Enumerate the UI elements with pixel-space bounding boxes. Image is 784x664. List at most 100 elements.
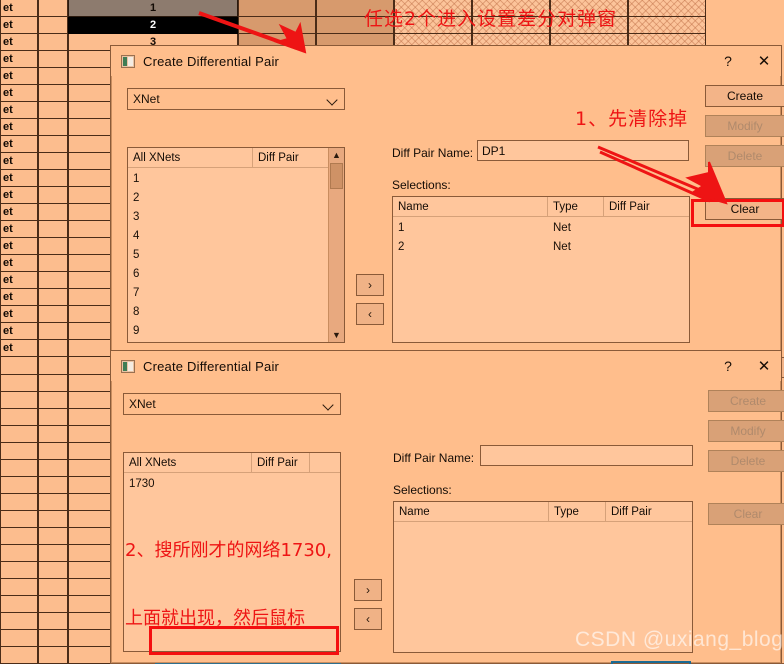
list-item[interactable]: 7	[128, 283, 344, 302]
row-type-cell[interactable]	[0, 630, 38, 647]
row-type-cell[interactable]	[0, 426, 38, 443]
help-icon[interactable]: ?	[717, 50, 739, 72]
row-gap-cell[interactable]	[38, 119, 68, 136]
row-type-cell[interactable]: et	[0, 170, 38, 187]
row-gap-cell[interactable]	[38, 238, 68, 255]
create-differential-pair-dialog-1[interactable]: Create Differential Pair ? ✕ XNet All XN…	[110, 45, 784, 378]
row-type-cell[interactable]	[0, 613, 38, 630]
row-type-cell[interactable]	[0, 494, 38, 511]
scroll-up-icon[interactable]: ▲	[329, 148, 344, 162]
row-type-cell[interactable]: et	[0, 221, 38, 238]
row-type-cell[interactable]	[0, 528, 38, 545]
row-type-cell[interactable]: et	[0, 255, 38, 272]
row-type-cell[interactable]	[0, 579, 38, 596]
row-gap-cell[interactable]	[38, 221, 68, 238]
row-gap-cell[interactable]	[38, 136, 68, 153]
row-hatched-cell[interactable]	[628, 17, 706, 34]
list-item[interactable]: 4	[128, 226, 344, 245]
row-type-cell[interactable]	[0, 460, 38, 477]
dialog2-selections-rows[interactable]	[394, 522, 692, 523]
list-item[interactable]: 3	[128, 207, 344, 226]
dialog2-titlebar[interactable]: Create Differential Pair ? ✕	[111, 351, 781, 381]
row-type-cell[interactable]	[0, 358, 38, 375]
row-type-cell[interactable]	[0, 562, 38, 579]
row-gap-cell[interactable]	[38, 545, 68, 562]
row-type-cell[interactable]: et	[0, 119, 38, 136]
row-type-cell[interactable]: et	[0, 289, 38, 306]
list-item[interactable]: 2 Net	[393, 237, 689, 256]
row-gap-cell[interactable]	[38, 443, 68, 460]
list-item[interactable]: 2	[128, 188, 344, 207]
row-hatched-cell[interactable]	[628, 0, 706, 17]
dialog1-list-scrollbar[interactable]: ▲ ▼	[328, 148, 344, 342]
row-type-cell[interactable]: et	[0, 204, 38, 221]
dialog1-move-left-button[interactable]: ‹	[356, 303, 384, 325]
row-type-cell[interactable]	[0, 375, 38, 392]
dialog1-selections-rows[interactable]: 1 Net 2 Net	[393, 217, 689, 256]
row-gap-cell[interactable]	[38, 85, 68, 102]
dialog2-move-left-button[interactable]: ‹	[354, 608, 382, 630]
row-gap-cell[interactable]	[38, 647, 68, 664]
row-type-cell[interactable]: et	[0, 0, 38, 17]
row-number-cell[interactable]: 2	[68, 17, 238, 34]
dialog1-create-button[interactable]: Create	[705, 85, 784, 107]
close-icon[interactable]: ✕	[753, 50, 775, 72]
dialog1-selections-list[interactable]: Name Type Diff Pair 1 Net 2 Net	[392, 196, 690, 343]
row-type-cell[interactable]: et	[0, 187, 38, 204]
dialog1-move-right-button[interactable]: ›	[356, 274, 384, 296]
row-type-cell[interactable]	[0, 477, 38, 494]
row-gap-cell[interactable]	[38, 375, 68, 392]
dialog1-diff-pair-name-input[interactable]: DP1	[477, 140, 689, 161]
row-gap-cell[interactable]	[38, 460, 68, 477]
row-gap-cell[interactable]	[38, 613, 68, 630]
row-gap-cell[interactable]	[38, 579, 68, 596]
row-gap-cell[interactable]	[38, 102, 68, 119]
row-gap-cell[interactable]	[38, 17, 68, 34]
row-type-cell[interactable]	[0, 443, 38, 460]
scroll-thumb[interactable]	[330, 163, 343, 189]
list-item[interactable]: 8	[128, 302, 344, 321]
row-type-cell[interactable]: et	[0, 136, 38, 153]
row-gap-cell[interactable]	[38, 68, 68, 85]
list-item[interactable]: 5	[128, 245, 344, 264]
row-type-cell[interactable]: et	[0, 85, 38, 102]
row-gap-cell[interactable]	[38, 409, 68, 426]
row-gap-cell[interactable]	[38, 340, 68, 357]
row-type-cell[interactable]: et	[0, 51, 38, 68]
list-item[interactable]: 10	[128, 340, 344, 342]
row-type-cell[interactable]	[0, 647, 38, 664]
row-gap-cell[interactable]	[38, 426, 68, 443]
dialog2-move-right-button[interactable]: ›	[354, 579, 382, 601]
row-data-cell[interactable]	[238, 0, 316, 17]
row-type-cell[interactable]	[0, 409, 38, 426]
row-type-cell[interactable]	[0, 545, 38, 562]
list-item[interactable]: 1730	[124, 474, 340, 493]
row-gap-cell[interactable]	[38, 323, 68, 340]
row-gap-cell[interactable]	[38, 494, 68, 511]
dialog2-object-type-combo[interactable]: XNet	[123, 393, 341, 415]
row-type-cell[interactable]: et	[0, 340, 38, 357]
row-gap-cell[interactable]	[38, 630, 68, 647]
row-gap-cell[interactable]	[38, 358, 68, 375]
dialog2-list-rows[interactable]: 1730	[124, 473, 340, 493]
close-icon[interactable]: ✕	[753, 355, 775, 377]
row-number-cell[interactable]: 1	[68, 0, 238, 17]
row-gap-cell[interactable]	[38, 170, 68, 187]
row-gap-cell[interactable]	[38, 511, 68, 528]
row-gap-cell[interactable]	[38, 34, 68, 51]
dialog1-all-xnets-list[interactable]: All XNets Diff Pair 1 2 3 4 5 6 7 8 9 10 ▲ ▼	[127, 147, 345, 343]
row-gap-cell[interactable]	[38, 306, 68, 323]
scroll-down-icon[interactable]: ▼	[329, 328, 344, 342]
row-type-cell[interactable]: et	[0, 323, 38, 340]
row-gap-cell[interactable]	[38, 51, 68, 68]
dialog1-titlebar[interactable]: Create Differential Pair ? ✕	[111, 46, 781, 76]
row-type-cell[interactable]	[0, 511, 38, 528]
list-item[interactable]: 6	[128, 264, 344, 283]
row-gap-cell[interactable]	[38, 0, 68, 17]
row-gap-cell[interactable]	[38, 204, 68, 221]
dialog2-diff-pair-name-input[interactable]	[480, 445, 693, 466]
row-gap-cell[interactable]	[38, 528, 68, 545]
list-item[interactable]: 1 Net	[393, 218, 689, 237]
list-item[interactable]: 9	[128, 321, 344, 340]
row-gap-cell[interactable]	[38, 562, 68, 579]
